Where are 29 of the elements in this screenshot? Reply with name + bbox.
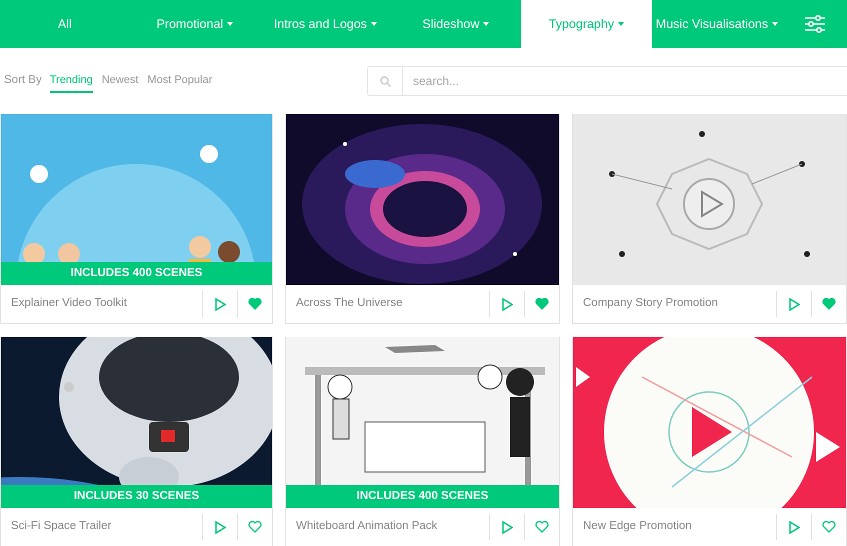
play-icon xyxy=(502,298,512,310)
sort-label: Sort By xyxy=(4,73,42,88)
search-icon xyxy=(380,76,390,86)
card-title: New Edge Promotion xyxy=(582,519,693,534)
scenes-banner: INCLUDES 400 SCENES xyxy=(1,262,272,285)
play-icon xyxy=(788,520,800,534)
nav-tab[interactable]: Slideshow xyxy=(390,0,522,48)
scenes-banner: INCLUDES 30 SCENES xyxy=(1,485,272,508)
nav-tab[interactable]: All xyxy=(0,0,130,48)
nav-tab[interactable]: Typography xyxy=(521,0,652,48)
scenes-banner: INCLUDES 400 SCENES xyxy=(286,485,559,508)
play-icon xyxy=(214,298,226,310)
card-title: Sci-Fi Space Trailer xyxy=(10,519,112,534)
search-field[interactable]: search... xyxy=(403,66,847,96)
card-title: Across The Universe xyxy=(295,296,404,312)
nav-tab[interactable]: Promotional xyxy=(130,0,260,48)
card-title: Whiteboard Animation Pack xyxy=(295,519,438,534)
sort-option[interactable]: Newest xyxy=(102,68,138,94)
sliders-icon xyxy=(804,15,826,33)
sort-option[interactable]: Most Popular xyxy=(147,68,212,94)
search-button[interactable] xyxy=(367,66,403,96)
card-title: Explainer Video Toolkit xyxy=(10,296,128,312)
card-title: Company Story Promotion xyxy=(582,296,719,312)
play-icon xyxy=(788,298,800,310)
play-icon xyxy=(214,520,226,534)
sort-option[interactable]: Trending xyxy=(50,68,93,94)
nav-tab[interactable]: Music Visualisations xyxy=(652,0,782,48)
nav-tab[interactable]: Intros and Logos xyxy=(260,0,391,48)
play-icon xyxy=(502,520,512,534)
